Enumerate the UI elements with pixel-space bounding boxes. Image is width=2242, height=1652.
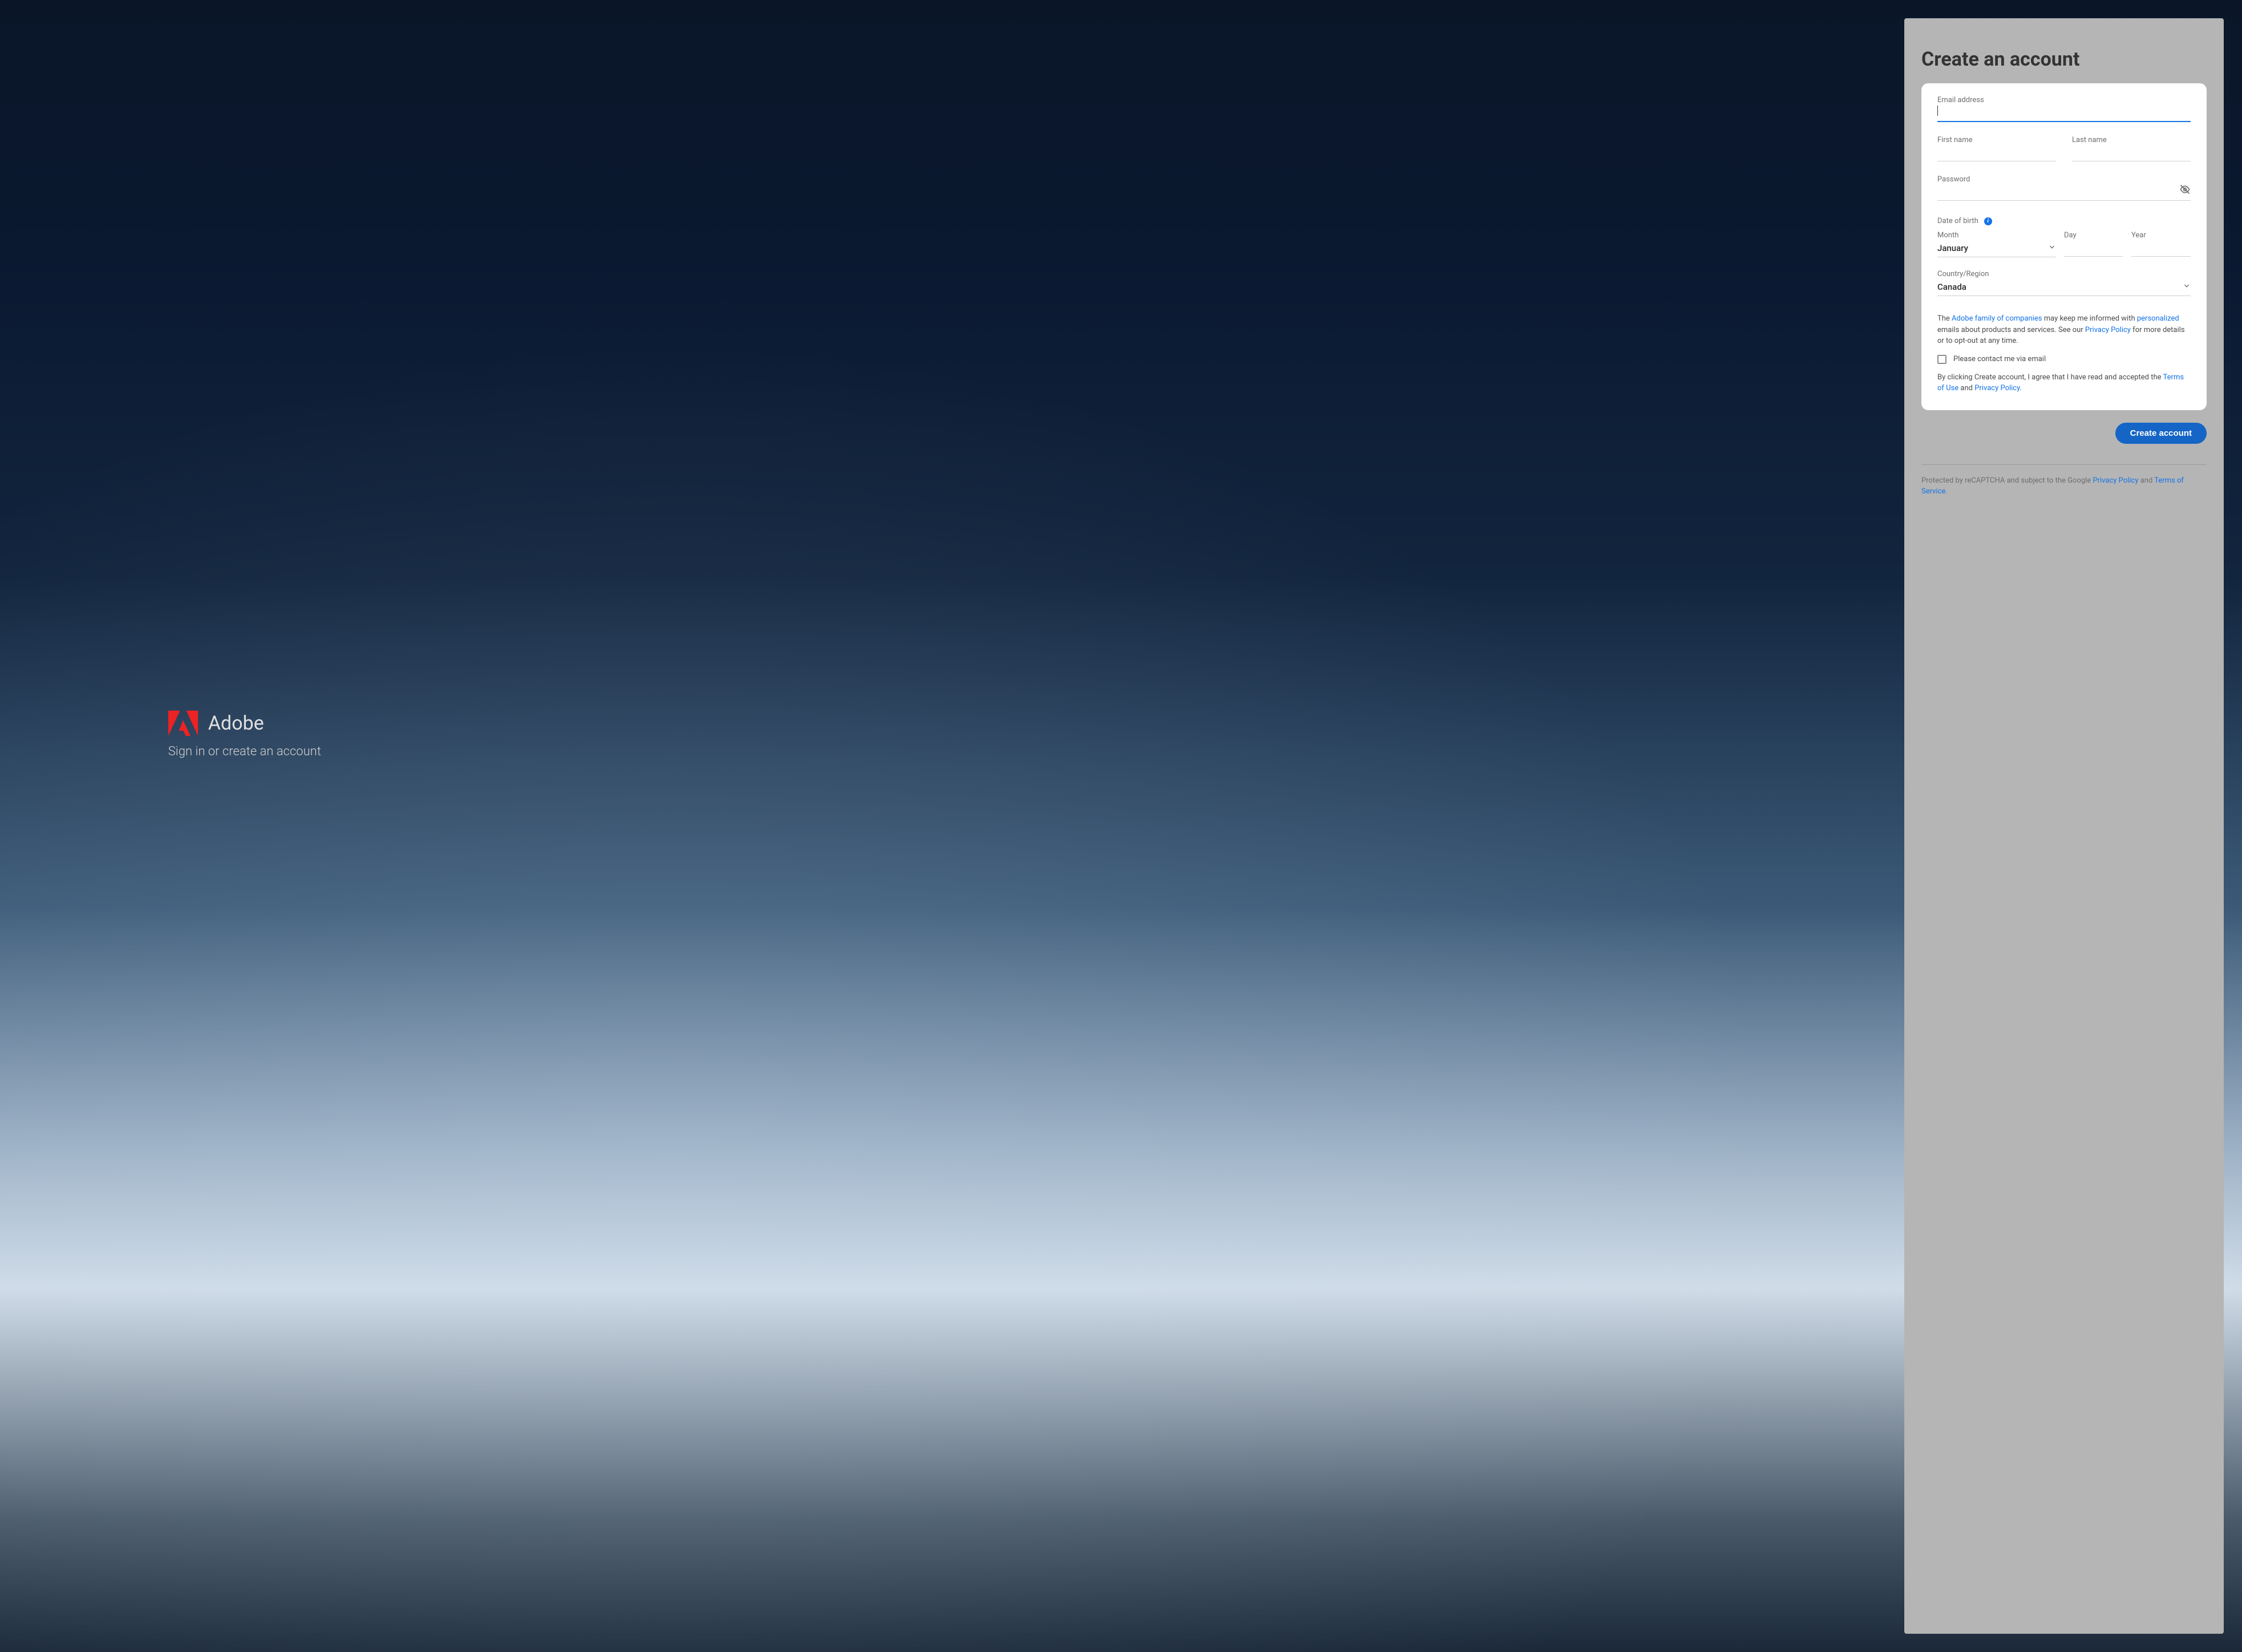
- year-input[interactable]: [2131, 240, 2191, 257]
- month-value: January: [1937, 243, 1968, 253]
- personalized-link[interactable]: personalized: [2137, 314, 2179, 323]
- contact-email-label: Please contact me via email: [1953, 355, 2046, 363]
- month-select[interactable]: January: [1937, 240, 2056, 257]
- last-name-input[interactable]: [2072, 144, 2191, 161]
- year-label: Year: [2131, 231, 2191, 240]
- day-input[interactable]: [2064, 240, 2123, 257]
- first-name-group: First name: [1937, 136, 2056, 161]
- day-label: Day: [2064, 231, 2123, 240]
- brand-tagline: Sign in or create an account: [168, 744, 321, 759]
- page-title: Create an account: [1921, 48, 2207, 71]
- agree-disclosure: By clicking Create account, I agree that…: [1937, 372, 2191, 394]
- country-label: Country/Region: [1937, 270, 2191, 278]
- dob-info-icon[interactable]: i: [1984, 217, 1992, 225]
- create-account-button[interactable]: Create account: [2115, 423, 2207, 444]
- last-name-label: Last name: [2072, 136, 2191, 144]
- adobe-logo-icon: [168, 710, 198, 736]
- toggle-password-visibility-icon[interactable]: [2179, 184, 2191, 197]
- signup-panel: Create an account Email address First na…: [1904, 18, 2224, 1634]
- google-privacy-link[interactable]: Privacy Policy: [2093, 476, 2138, 485]
- country-value: Canada: [1937, 282, 1966, 292]
- password-input[interactable]: [1937, 184, 2191, 201]
- email-input[interactable]: [1937, 104, 2191, 122]
- month-label: Month: [1937, 231, 2056, 240]
- marketing-disclosure: The Adobe family of companies may keep m…: [1937, 313, 2191, 347]
- chevron-down-icon: [2048, 243, 2056, 253]
- brand-panel: Adobe Sign in or create an account: [168, 710, 321, 759]
- last-name-group: Last name: [2072, 136, 2191, 161]
- divider: [1921, 464, 2207, 465]
- dob-label: Date of birth: [1937, 217, 1978, 225]
- brand-name: Adobe: [208, 712, 264, 735]
- privacy-policy-link[interactable]: Privacy Policy: [2085, 326, 2131, 334]
- first-name-input[interactable]: [1937, 144, 2056, 161]
- email-group: Email address: [1937, 96, 2191, 122]
- contact-email-checkbox[interactable]: [1937, 355, 1946, 364]
- country-select[interactable]: Canada: [1937, 278, 2191, 296]
- recaptcha-notice: Protected by reCAPTCHA and subject to th…: [1921, 475, 2207, 497]
- adobe-family-link[interactable]: Adobe family of companies: [1952, 314, 2042, 323]
- first-name-label: First name: [1937, 136, 2056, 144]
- chevron-down-icon: [2183, 282, 2191, 292]
- email-label: Email address: [1937, 96, 2191, 104]
- password-group: Password: [1937, 175, 2191, 201]
- password-label: Password: [1937, 175, 2191, 184]
- form-card: Email address First name Last name Passw…: [1921, 83, 2207, 410]
- privacy-policy-link-2[interactable]: Privacy Policy: [1974, 384, 2020, 392]
